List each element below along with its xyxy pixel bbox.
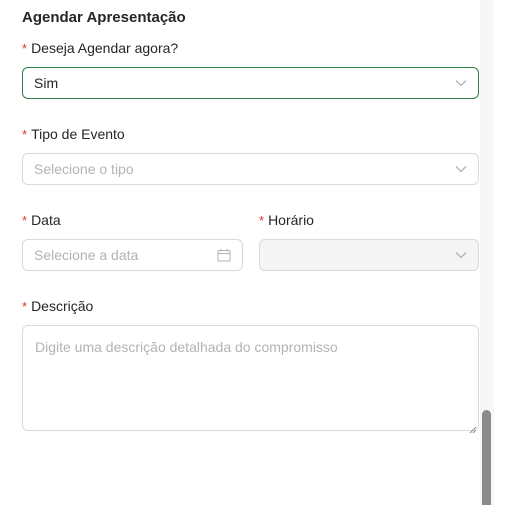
time-label-text: Horário: [268, 212, 314, 228]
chevron-down-icon: [455, 249, 467, 261]
scrollbar-thumb[interactable]: [482, 410, 491, 505]
section-title: Agendar Apresentação: [22, 9, 186, 26]
event-type-label: * Tipo de Evento: [22, 126, 125, 143]
event-type-label-text: Tipo de Evento: [31, 126, 125, 142]
chevron-down-icon: [455, 163, 467, 175]
required-mark: *: [259, 213, 265, 228]
event-type-placeholder: Selecione o tipo: [34, 161, 134, 177]
description-label-text: Descrição: [31, 298, 94, 314]
date-placeholder: Selecione a data: [34, 247, 139, 263]
calendar-icon[interactable]: [217, 248, 231, 262]
date-label-text: Data: [31, 212, 61, 228]
time-select[interactable]: [259, 239, 479, 271]
schedule-now-select[interactable]: Sim: [22, 67, 479, 99]
schedule-now-value: Sim: [34, 75, 59, 91]
schedule-now-label-text: Deseja Agendar agora?: [31, 40, 179, 56]
required-mark: *: [22, 213, 28, 228]
required-mark: *: [22, 41, 28, 56]
resize-grip-icon[interactable]: [468, 420, 477, 434]
date-label: * Data: [22, 212, 61, 229]
description-placeholder: Digite uma descrição detalhada do compro…: [35, 339, 338, 355]
chevron-down-icon: [455, 77, 467, 89]
description-label: * Descrição: [22, 298, 93, 315]
description-textarea[interactable]: Digite uma descrição detalhada do compro…: [22, 325, 479, 434]
schedule-presentation-form: Agendar Apresentação * Deseja Agendar ago…: [0, 0, 516, 505]
required-mark: *: [22, 299, 28, 314]
schedule-now-label: * Deseja Agendar agora?: [22, 40, 178, 57]
required-mark: *: [22, 127, 28, 142]
event-type-select[interactable]: Selecione o tipo: [22, 153, 479, 185]
time-label: * Horário: [259, 212, 314, 229]
date-picker-input[interactable]: Selecione a data: [22, 239, 243, 271]
